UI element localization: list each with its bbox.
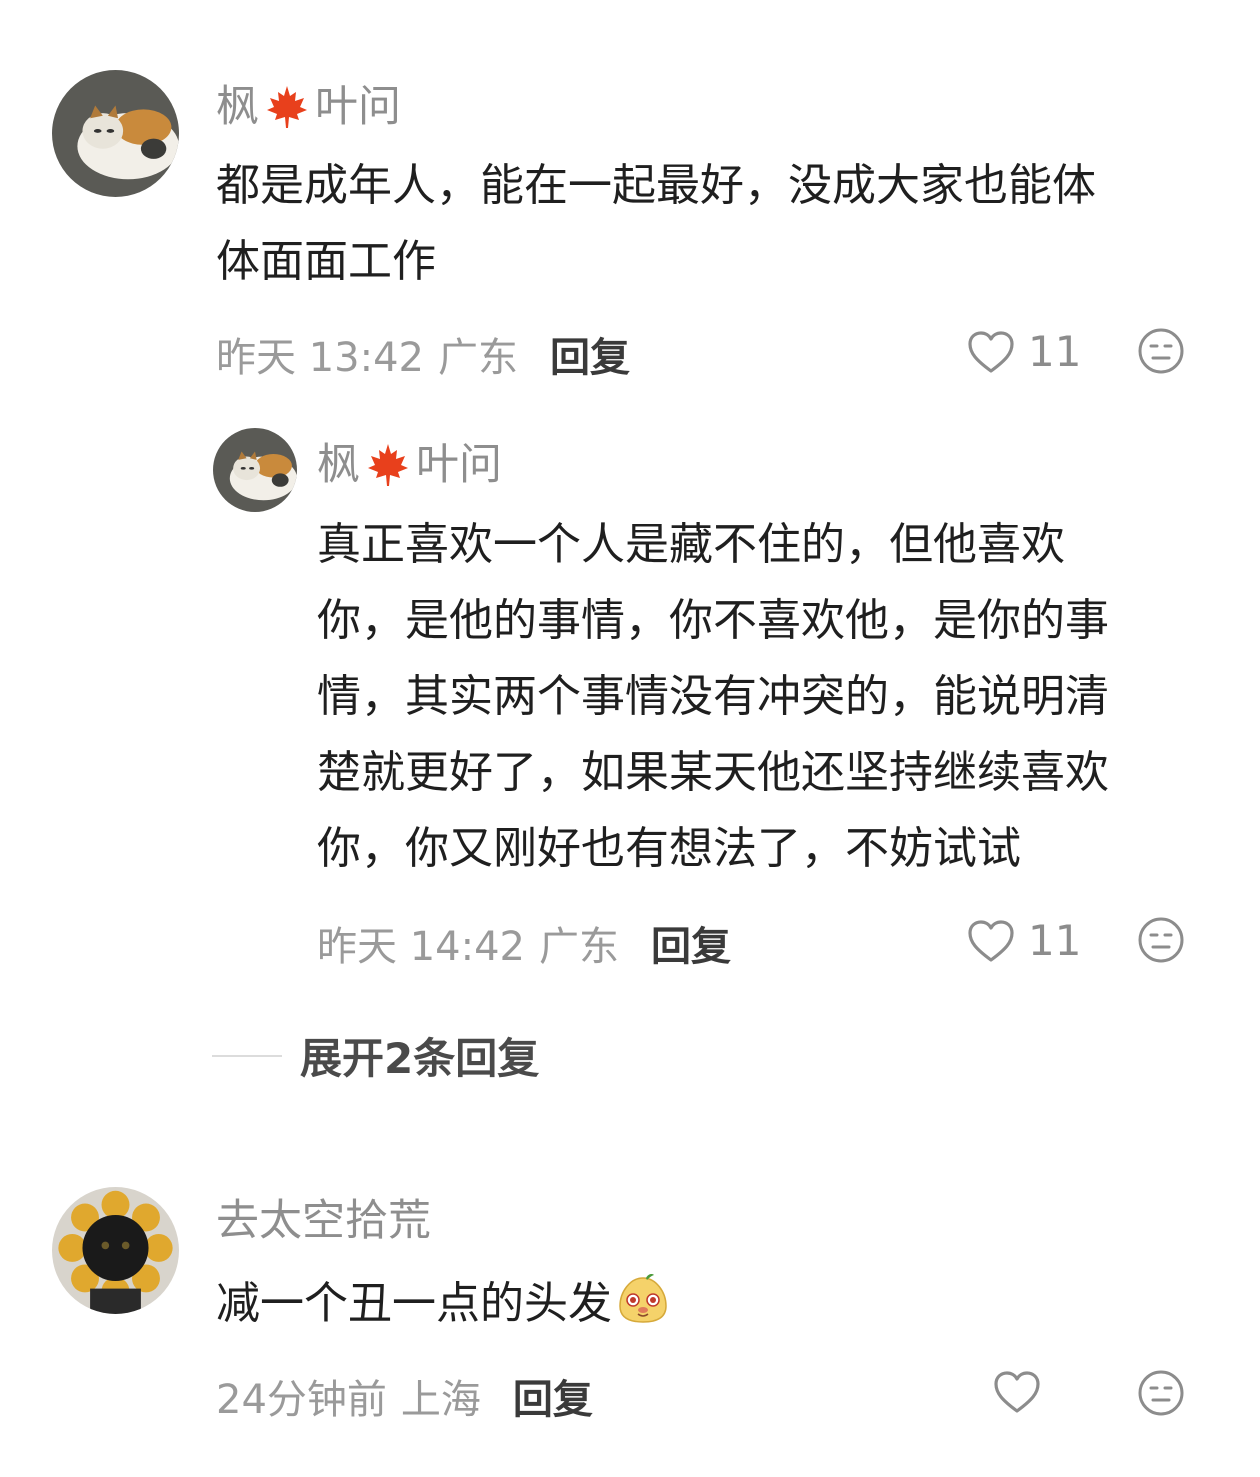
location: 上海	[400, 1377, 481, 1423]
reply-button[interactable]: 回复	[550, 325, 630, 383]
comment-text: 都是成年人，能在一起最好，没成大家也能体 体面面工作	[216, 160, 1096, 287]
comment-meta: 昨天 14:42 广东 回复	[317, 914, 731, 972]
avatar[interactable]	[52, 70, 179, 197]
username[interactable]: 枫 叶问	[216, 83, 401, 131]
timestamp: 24分钟前	[216, 1377, 387, 1423]
expand-replies-button[interactable]: 展开2条回复	[212, 1025, 539, 1086]
maple-leaf-icon	[368, 444, 408, 486]
comment-text: 减一个丑一点的头发	[216, 1266, 1216, 1342]
maple-leaf-icon	[267, 86, 307, 128]
comment-meta: 24分钟前 上海 回复	[216, 1367, 593, 1425]
like-count: 11	[1028, 327, 1082, 376]
meh-face-icon[interactable]	[1137, 1369, 1185, 1417]
avatar[interactable]	[52, 1187, 179, 1314]
heart-outline-icon	[968, 330, 1014, 373]
reply-button[interactable]: 回复	[651, 914, 731, 972]
like-button[interactable]	[992, 1369, 1054, 1415]
username[interactable]: 去太空拾荒	[216, 1200, 431, 1243]
avatar[interactable]	[213, 428, 297, 512]
location: 广东	[539, 924, 619, 970]
heart-outline-icon	[994, 1371, 1040, 1413]
like-count: 11	[1028, 916, 1082, 965]
meh-face-icon[interactable]	[1137, 327, 1185, 375]
timestamp: 昨天 13:42	[216, 335, 424, 381]
timestamp: 昨天 14:42	[317, 924, 525, 970]
comment-meta: 昨天 13:42 广东 回复	[216, 325, 630, 383]
username[interactable]: 枫 叶问	[317, 441, 502, 489]
cute-face-emoji-icon	[619, 1274, 667, 1323]
divider	[212, 1054, 282, 1057]
meh-face-icon[interactable]	[1137, 916, 1185, 964]
like-button[interactable]: 11	[966, 327, 1081, 376]
like-button[interactable]: 11	[966, 916, 1081, 965]
reply-button[interactable]: 回复	[513, 1367, 593, 1425]
location: 广东	[438, 335, 518, 381]
heart-outline-icon	[968, 919, 1014, 962]
comment-text: 真正喜欢一个人是藏不住的，但他喜欢 你，是他的事情，你不喜欢他，是你的事 情，其…	[317, 519, 1109, 874]
